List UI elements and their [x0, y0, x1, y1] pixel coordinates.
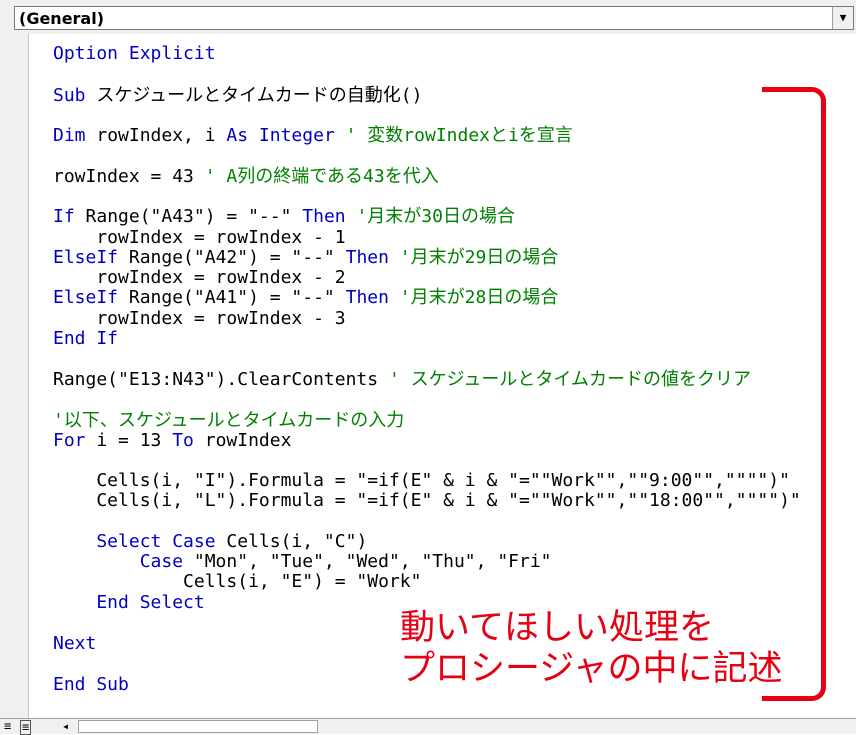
- code-line[interactable]: End If: [53, 329, 118, 349]
- code-token: Cells(i, "C"): [215, 531, 368, 552]
- keyword-token: Then: [345, 287, 389, 308]
- keyword-token: Dim: [53, 125, 86, 146]
- code-line[interactable]: rowIndex = rowIndex - 2: [53, 267, 346, 288]
- procedure-dropdown[interactable]: (General) ▼: [0, 0, 856, 34]
- keyword-token: Sub: [53, 85, 97, 106]
- object-select[interactable]: (General) ▼: [14, 6, 854, 30]
- keyword-token: ElseIf: [53, 247, 119, 268]
- code-line[interactable]: ElseIf Range("A41") = "--" Then '月末が28日の…: [53, 288, 558, 308]
- comment-token: '月末が30日の場合: [345, 206, 515, 227]
- code-token: Range("A43") = "--": [74, 206, 303, 227]
- code-line[interactable]: rowIndex = rowIndex - 1: [53, 227, 346, 248]
- code-line[interactable]: rowIndex = rowIndex - 3: [53, 308, 346, 329]
- code-token: rowIndex: [193, 430, 292, 451]
- code-line[interactable]: Select Case Cells(i, "C"): [53, 532, 367, 552]
- code-line[interactable]: Range("E13:N43").ClearContents ' スケジュールと…: [53, 370, 751, 390]
- code-line[interactable]: Option Explicit: [53, 44, 216, 64]
- comment-token: '月末が28日の場合: [388, 287, 559, 308]
- code-line[interactable]: Cells(i, "L").Formula = "=if(E" & i & "=…: [53, 490, 801, 511]
- code-line[interactable]: Next: [53, 634, 96, 654]
- keyword-token: Select Case: [53, 531, 216, 552]
- procedure-view-icon[interactable]: ≡: [4, 720, 11, 733]
- comment-token: ' スケジュールとタイムカードの値をクリア: [388, 369, 752, 390]
- keyword-token: End Sub: [53, 674, 129, 695]
- code-token: Range("A41") = "--": [118, 287, 346, 308]
- code-token: i = 13: [85, 430, 173, 451]
- code-token: Cells(i, "I").Formula = "=if(E" & i & "=…: [53, 470, 790, 491]
- annotation-line-2: プロシージャの中に記述: [400, 649, 783, 689]
- code-token: Range("A42") = "--": [118, 247, 346, 268]
- code-token: rowIndex = rowIndex - 1: [53, 227, 346, 248]
- comment-token: '以下、スケジュールとタイムカードの入力: [53, 410, 405, 431]
- keyword-token: To: [172, 430, 194, 451]
- keyword-token: If: [53, 206, 75, 227]
- code-token: Range("E13:N43").ClearContents: [53, 369, 389, 390]
- comment-token: ' 変数rowIndexとiを宣言: [334, 125, 573, 146]
- code-token: rowIndex = rowIndex - 2: [53, 267, 346, 288]
- code-token: スケジュールとタイムカードの自動化(): [96, 85, 423, 106]
- code-line[interactable]: End Sub: [53, 675, 129, 695]
- code-line[interactable]: Cells(i, "I").Formula = "=if(E" & i & "=…: [53, 471, 790, 491]
- keyword-token: Then: [345, 247, 389, 268]
- keyword-token: Then: [302, 206, 346, 227]
- code-line[interactable]: Case "Mon", "Tue", "Wed", "Thu", "Fri": [53, 552, 552, 572]
- scroll-left-icon[interactable]: ◂: [62, 720, 69, 733]
- comment-token: ' A列の終端である43を代入: [204, 166, 439, 187]
- keyword-token: End If: [53, 328, 119, 349]
- keyword-token: End Select: [53, 592, 205, 613]
- object-select-value: (General): [19, 9, 105, 28]
- keyword-token: Next: [53, 633, 97, 654]
- code-token: rowIndex = 43: [53, 166, 205, 187]
- code-token: rowIndex = rowIndex - 3: [53, 308, 346, 329]
- keyword-token: ElseIf: [53, 287, 119, 308]
- horizontal-scrollbar[interactable]: [78, 720, 318, 733]
- code-line[interactable]: Dim rowIndex, i As Integer ' 変数rowIndexと…: [53, 126, 573, 146]
- code-line[interactable]: For i = 13 To rowIndex: [53, 431, 291, 451]
- keyword-token: For: [53, 430, 86, 451]
- editor-bottom-bar: ≡ ≡ ◂: [0, 718, 856, 735]
- code-line[interactable]: ElseIf Range("A42") = "--" Then '月末が29日の…: [53, 248, 558, 268]
- code-line[interactable]: End Select: [53, 592, 205, 613]
- full-module-view-icon[interactable]: ≡: [20, 720, 32, 735]
- code-line[interactable]: If Range("A43") = "--" Then '月末が30日の場合: [53, 207, 515, 227]
- code-token: "Mon", "Tue", "Wed", "Thu", "Fri": [183, 551, 552, 572]
- keyword-token: Option Explicit: [53, 43, 216, 64]
- comment-token: '月末が29日の場合: [388, 247, 559, 268]
- keyword-token: As Integer: [226, 125, 335, 146]
- code-token: Cells(i, "L").Formula = "=if(E" & i & "=…: [53, 490, 801, 511]
- margin-indicator-bar[interactable]: [0, 34, 29, 718]
- code-line[interactable]: '以下、スケジュールとタイムカードの入力: [53, 411, 404, 431]
- code-line[interactable]: Sub スケジュールとタイムカードの自動化(): [53, 86, 422, 106]
- annotation-bracket: [762, 87, 826, 701]
- code-token: rowIndex, i: [85, 125, 227, 146]
- keyword-token: Case: [53, 551, 184, 572]
- chevron-down-icon[interactable]: ▼: [832, 7, 853, 29]
- code-line[interactable]: Cells(i, "E") = "Work": [53, 572, 421, 592]
- code-token: Cells(i, "E") = "Work": [53, 571, 422, 592]
- code-line[interactable]: rowIndex = 43 ' A列の終端である43を代入: [53, 167, 439, 187]
